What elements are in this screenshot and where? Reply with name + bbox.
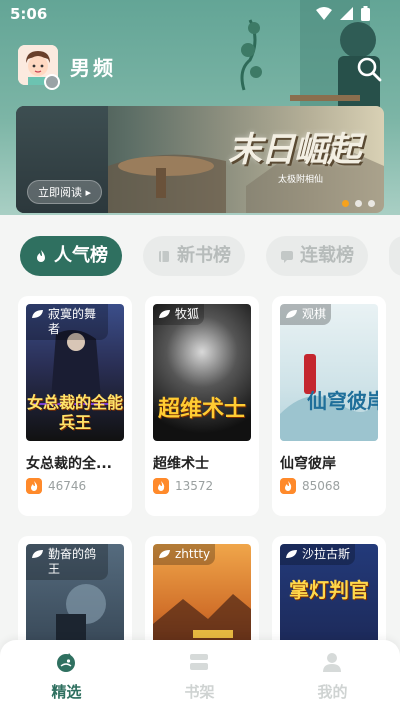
- channel-title[interactable]: 男频: [70, 52, 116, 81]
- featured-icon: [57, 653, 75, 672]
- heat-count: 13572: [153, 478, 213, 494]
- fire-icon: [153, 478, 169, 494]
- search-icon[interactable]: [355, 55, 383, 83]
- cover-title-art: 超维术士: [157, 396, 246, 422]
- bottom-nav: 精选 书架 我的: [0, 640, 400, 711]
- battery-icon: [361, 6, 370, 21]
- heat-count: 46746: [26, 478, 86, 494]
- tab-popular[interactable]: 人气榜: [20, 236, 122, 276]
- chat-icon: [281, 251, 293, 263]
- book-cover[interactable]: 寂寞的舞者 女总裁的全能兵王: [26, 304, 124, 441]
- tab-label: 新书榜: [177, 245, 231, 266]
- wifi-icon: [316, 7, 332, 20]
- book-icon: [159, 251, 169, 262]
- leaf-icon: [286, 550, 297, 558]
- nav-label: 我的: [317, 683, 348, 701]
- leaf-icon: [32, 310, 43, 318]
- author-tag: zhttty: [153, 544, 216, 565]
- author-tag: 寂寞的舞者: [26, 304, 108, 340]
- book-card[interactable]: 勤奋的鸽王: [18, 536, 132, 656]
- author-name: 寂寞的舞者: [48, 307, 97, 336]
- author-tag: 勤奋的鸽王: [26, 544, 108, 580]
- tab-label: 人气榜: [54, 245, 108, 266]
- nav-label: 精选: [51, 683, 82, 701]
- author-name: 观棋: [302, 307, 327, 321]
- tab-serial[interactable]: 连载榜: [266, 236, 368, 276]
- book-card[interactable]: 寂寞的舞者 女总裁的全能兵王 女总裁的全... 46746: [18, 296, 132, 516]
- carousel-dot-3[interactable]: [368, 200, 375, 207]
- leaf-icon: [159, 550, 170, 558]
- nav-bookshelf[interactable]: 书架: [133, 640, 266, 711]
- author-tag: 观棋: [280, 304, 332, 325]
- carousel-indicator: [342, 200, 375, 207]
- author-name: 沙拉古斯: [302, 547, 351, 561]
- tab-new-books[interactable]: 新书榜: [143, 236, 245, 276]
- book-title: 超维术士: [153, 456, 209, 472]
- nav-profile[interactable]: 我的: [266, 640, 399, 711]
- heat-number: 13572: [175, 479, 214, 493]
- fire-icon: [280, 478, 296, 494]
- flame-icon: [37, 250, 45, 262]
- heat-number: 85068: [302, 479, 341, 493]
- status-icons: [316, 6, 370, 21]
- switch-badge-icon[interactable]: [44, 74, 60, 90]
- author-tag: 牧狐: [153, 304, 205, 325]
- tab-label: 连载榜: [300, 245, 354, 266]
- heat-number: 46746: [48, 479, 87, 493]
- book-title: 仙穹彼岸: [280, 456, 336, 472]
- cover-title-art: 掌灯判官: [289, 578, 369, 602]
- leaf-icon: [286, 310, 297, 318]
- cover-title-art: 女总裁的全能兵王: [26, 393, 123, 432]
- author-name: 勤奋的鸽王: [48, 547, 97, 576]
- signal-icon: [340, 7, 353, 20]
- cover-title-art: 仙穹彼岸: [307, 389, 378, 413]
- nav-featured[interactable]: 精选: [0, 640, 133, 711]
- read-now-button[interactable]: 立即阅读 ▸: [27, 180, 103, 204]
- book-title: 女总裁的全...: [26, 456, 112, 472]
- status-bar: 5:06: [0, 0, 400, 28]
- profile-icon: [323, 653, 341, 672]
- book-card[interactable]: 观棋 仙穹彼岸 仙穹彼岸 85068: [272, 296, 386, 516]
- book-cover[interactable]: 观棋 仙穹彼岸: [280, 304, 378, 441]
- leaf-icon: [32, 550, 43, 558]
- bookshelf-icon: [190, 654, 208, 670]
- fire-icon: [26, 478, 42, 494]
- carousel-dot-1[interactable]: [342, 200, 349, 207]
- author-tag: 沙拉古斯: [280, 544, 356, 565]
- book-card[interactable]: zhttty: [145, 536, 259, 656]
- banner-title: 末日崛起: [228, 130, 361, 170]
- book-card[interactable]: 牧狐 超维术士 超维术士 13572: [145, 296, 259, 516]
- book-cover[interactable]: 牧狐 超维术士: [153, 304, 251, 441]
- status-time: 5:06: [10, 5, 48, 23]
- banner-subtitle: 太极附相仙: [278, 175, 324, 185]
- nav-label: 书架: [184, 683, 215, 701]
- book-card[interactable]: 沙拉古斯 掌灯判官: [272, 536, 386, 656]
- heat-count: 85068: [280, 478, 340, 494]
- author-name: zhttty: [175, 547, 211, 561]
- carousel-dot-2[interactable]: [355, 200, 362, 207]
- leaf-icon: [159, 310, 170, 318]
- author-name: 牧狐: [175, 307, 200, 321]
